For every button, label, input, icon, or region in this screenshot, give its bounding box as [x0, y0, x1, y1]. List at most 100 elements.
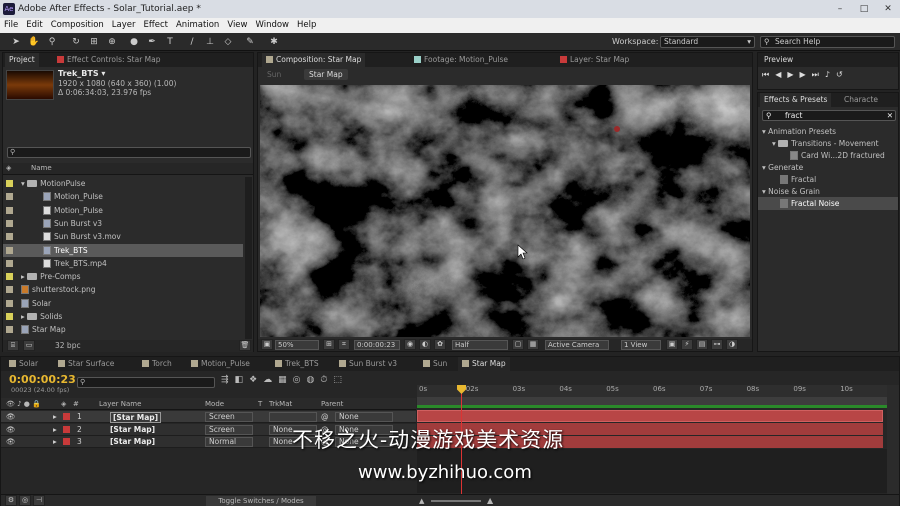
- hand-tool-icon[interactable]: ✋: [28, 36, 40, 48]
- timeline-tab[interactable]: Torch: [138, 357, 176, 371]
- tab-preview[interactable]: Preview: [760, 53, 797, 67]
- workspace-dropdown[interactable]: Standard ▾: [660, 36, 755, 48]
- effects-preset-item[interactable]: Card Wi...2D fractured: [790, 149, 885, 162]
- layer-name-header[interactable]: Layer Name: [99, 398, 141, 410]
- label-color-chip[interactable]: [6, 259, 13, 267]
- puppet-tool-icon[interactable]: ✱: [268, 36, 280, 48]
- mode-dropdown[interactable]: Screen: [205, 424, 253, 435]
- layer-name[interactable]: [Star Map]: [110, 412, 162, 423]
- interpret-footage-icon[interactable]: ⌸: [7, 340, 19, 351]
- layer-number[interactable]: 2: [77, 424, 82, 436]
- breadcrumb-sun[interactable]: Sun: [262, 69, 286, 80]
- zoom-out-icon[interactable]: ▲: [419, 497, 424, 505]
- triangle-icon[interactable]: ▸: [53, 411, 57, 423]
- label-color-chip[interactable]: [6, 233, 13, 241]
- effects-search-input[interactable]: ⚲ fract ✕: [762, 110, 896, 121]
- layer-number[interactable]: 1: [77, 411, 82, 423]
- eye-icon[interactable]: 👁: [6, 424, 16, 436]
- trash-icon[interactable]: 🗑: [239, 340, 251, 351]
- zoom-dropdown[interactable]: 50%: [275, 340, 319, 350]
- mode-header[interactable]: Mode: [205, 398, 224, 410]
- label-color-chip[interactable]: [6, 219, 13, 227]
- new-folder-icon[interactable]: ▭: [23, 340, 35, 351]
- layer-number[interactable]: 3: [77, 436, 82, 448]
- project-item[interactable]: Motion_Pulse: [3, 190, 243, 203]
- loop-icon[interactable]: ↺: [836, 70, 849, 79]
- audio-icon[interactable]: ♪: [825, 70, 836, 79]
- tab-project[interactable]: Project: [5, 53, 39, 67]
- timecode-display[interactable]: 0:00:00:23: [354, 340, 400, 350]
- parent-dropdown[interactable]: None: [335, 412, 393, 422]
- eye-icon[interactable]: 👁: [6, 436, 16, 448]
- selection-tool-icon[interactable]: ➤: [10, 36, 22, 48]
- item-name[interactable]: Trek_BTS ▾: [58, 69, 105, 78]
- current-time-display[interactable]: 0:00:00:23: [9, 373, 76, 386]
- fast-previews-icon[interactable]: ⚡: [681, 339, 693, 350]
- project-item[interactable]: Trek_BTS: [3, 243, 243, 257]
- work-area-bar[interactable]: [417, 397, 887, 405]
- project-item[interactable]: ▸ Pre-Comps: [3, 270, 243, 283]
- triangle-icon[interactable]: ▸: [53, 436, 57, 448]
- zoom-tool-icon[interactable]: ⚲: [46, 36, 58, 48]
- region-of-interest-icon[interactable]: ▢: [512, 339, 524, 350]
- label-color-chip[interactable]: [6, 206, 13, 214]
- last-frame-icon[interactable]: ⏭: [812, 70, 825, 79]
- project-item[interactable]: Sun Burst v3.mov: [3, 230, 243, 243]
- trkmat-header[interactable]: TrkMat: [269, 398, 292, 410]
- timeline-tab[interactable]: Sun Burst v3: [335, 357, 401, 371]
- bit-depth-button[interactable]: 32 bpc: [55, 341, 81, 350]
- menu-view[interactable]: View: [223, 18, 251, 33]
- menu-composition[interactable]: Composition: [47, 18, 108, 33]
- layer-row[interactable]: 👁 ▸ 1 [Star Map] Screen @ None: [1, 411, 416, 423]
- transparency-grid-icon[interactable]: ▦: [527, 339, 539, 350]
- mask-tool-icon[interactable]: ●: [128, 36, 140, 48]
- trkmat-dropdown[interactable]: [269, 412, 317, 422]
- menu-layer[interactable]: Layer: [108, 18, 140, 33]
- show-snapshot-icon[interactable]: ◐: [419, 339, 431, 350]
- mask-visibility-icon[interactable]: ⌗: [338, 339, 350, 350]
- eye-icon[interactable]: 👁: [6, 411, 16, 423]
- rotate-tool-icon[interactable]: ↻: [70, 36, 82, 48]
- tab-effects-presets[interactable]: Effects & Presets: [760, 93, 832, 107]
- pickwhip-icon[interactable]: @: [321, 411, 329, 423]
- comp-mini-flowchart-icon[interactable]: ⇶: [221, 375, 235, 385]
- menu-file[interactable]: File: [0, 18, 22, 33]
- maximize-button[interactable]: □: [852, 0, 876, 18]
- search-help-input[interactable]: ⚲ Search Help: [760, 36, 895, 48]
- project-search-input[interactable]: ⚲: [7, 147, 251, 158]
- hide-shy-icon[interactable]: ☁: [263, 375, 278, 385]
- mode-dropdown[interactable]: Screen: [205, 412, 253, 422]
- menu-animation[interactable]: Animation: [172, 18, 223, 33]
- timeline-icon[interactable]: ▤: [696, 339, 708, 350]
- close-button[interactable]: ✕: [876, 0, 900, 18]
- zoom-in-icon[interactable]: ▲: [487, 496, 493, 505]
- label-color-chip[interactable]: [6, 299, 13, 307]
- menu-effect[interactable]: Effect: [140, 18, 172, 33]
- toggle-switches-modes-button[interactable]: Toggle Switches / Modes: [206, 496, 316, 506]
- prev-frame-icon[interactable]: ◀: [775, 70, 787, 79]
- time-ruler[interactable]: 0s 02s 03s 04s 05s 06s 07s 08s 09s 10s: [417, 385, 887, 397]
- label-color-chip[interactable]: [6, 313, 13, 320]
- in-out-icon[interactable]: ⊣: [33, 495, 45, 506]
- project-item[interactable]: ▸ Solids: [3, 310, 243, 323]
- tab-footage[interactable]: Footage: Motion_Pulse: [410, 53, 512, 67]
- label-color-chip[interactable]: [63, 413, 70, 420]
- layer-name[interactable]: [Star Map]: [110, 436, 155, 448]
- eraser-tool-icon[interactable]: ◇: [222, 36, 234, 48]
- flowchart-icon[interactable]: ⊶: [711, 339, 723, 350]
- timeline-search-input[interactable]: ⚲: [77, 377, 215, 388]
- always-preview-icon[interactable]: ▣: [261, 339, 273, 350]
- breadcrumb-star-map[interactable]: Star Map: [304, 69, 348, 80]
- safe-zones-icon[interactable]: ⊞: [323, 339, 335, 350]
- label-color-chip[interactable]: [6, 326, 13, 334]
- layer-bar-1[interactable]: [417, 410, 883, 422]
- clone-tool-icon[interactable]: ⊥: [204, 36, 216, 48]
- stopwatch-icon[interactable]: ⏱: [320, 375, 333, 385]
- composition-canvas[interactable]: [260, 85, 750, 337]
- label-color-chip[interactable]: [6, 193, 13, 201]
- motion-blur-icon[interactable]: ◎: [293, 375, 307, 385]
- label-color-chip[interactable]: [6, 286, 13, 294]
- label-color-chip[interactable]: [6, 180, 13, 187]
- project-item[interactable]: Motion_Pulse: [3, 204, 243, 217]
- layer-name[interactable]: [Star Map]: [110, 424, 155, 436]
